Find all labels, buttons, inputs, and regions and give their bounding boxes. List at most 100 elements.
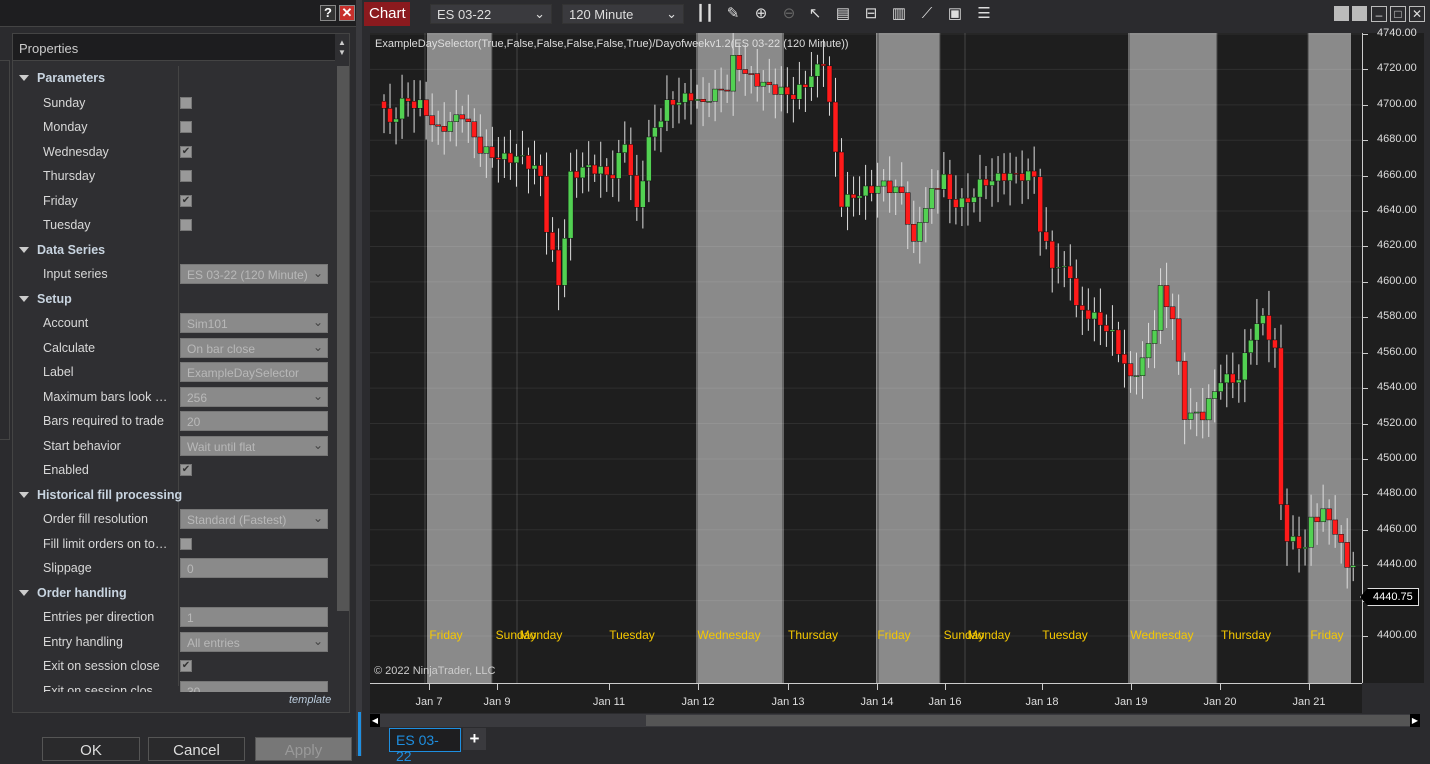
property-input[interactable]: ExampleDaySelector xyxy=(180,362,328,382)
time-tick xyxy=(1131,684,1132,690)
candle-body xyxy=(911,224,917,242)
close-window-icon[interactable]: ✕ xyxy=(1409,6,1425,22)
price-axis[interactable]: 4740.00 4720.00 4700.00 4680.00 4660.00 4640.… xyxy=(1362,27,1424,683)
scroll-up-icon[interactable]: ▲ xyxy=(338,38,346,47)
property-select[interactable]: Sim101 ⌄ xyxy=(180,313,328,333)
zoom-in-icon[interactable]: ⊕ xyxy=(750,4,772,24)
indicators-icon[interactable]: ▥ xyxy=(888,4,910,24)
candle-body xyxy=(676,102,682,106)
candle-body xyxy=(1019,173,1025,181)
apply-button[interactable]: Apply xyxy=(255,737,352,761)
candle-body xyxy=(1272,339,1278,349)
minimize-icon[interactable]: – xyxy=(1371,6,1387,22)
help-button[interactable]: ? xyxy=(320,5,336,21)
tile-icon[interactable] xyxy=(1334,6,1349,21)
property-checkbox[interactable]: ✔ xyxy=(180,145,192,158)
property-label: Maximum bars look back xyxy=(43,389,168,404)
price-tick-label: 4680.00 xyxy=(1377,133,1417,146)
property-select[interactable]: All entries ⌄ xyxy=(180,631,328,652)
property-value: Wait until flat xyxy=(187,439,256,454)
properties-scrollbar[interactable] xyxy=(337,66,349,611)
property-row: Monday xyxy=(13,115,335,140)
property-checkbox[interactable]: ✔ xyxy=(180,194,192,207)
property-select[interactable]: Standard (Fastest) ⌄ xyxy=(180,509,328,529)
candle-body xyxy=(447,121,453,132)
link-icon[interactable] xyxy=(1352,6,1367,21)
price-chart[interactable]: ExampleDaySelector(True,False,False,Fals… xyxy=(370,33,1362,683)
property-group[interactable]: Parameters xyxy=(13,66,335,91)
property-value: Sim101 xyxy=(187,317,228,331)
property-input[interactable]: 1 xyxy=(180,607,328,627)
property-label: Parameters xyxy=(37,71,106,85)
price-tick xyxy=(1363,34,1368,35)
property-checkbox[interactable]: ✔ xyxy=(180,660,192,672)
candle-body xyxy=(555,249,562,286)
templates-icon[interactable]: ▣ xyxy=(944,4,966,24)
time-axis[interactable]: Jan 7 Jan 9 Jan 11 Jan 12 Jan 13 Jan 14 Jan 16… xyxy=(370,683,1362,713)
collapse-triangle-icon[interactable] xyxy=(19,75,29,81)
interval-value: 120 Minute xyxy=(569,7,634,22)
bar-type-icon[interactable]: ┃┃ xyxy=(694,4,716,24)
property-group[interactable]: Setup xyxy=(13,287,335,312)
property-input[interactable]: 0 xyxy=(180,558,328,578)
price-tick xyxy=(1363,317,1368,319)
property-checkbox[interactable] xyxy=(180,219,192,231)
close-button[interactable]: ✕ xyxy=(339,5,355,21)
candle-body xyxy=(1326,508,1332,521)
properties-header: Properties xyxy=(13,34,335,61)
add-tab-button[interactable]: + xyxy=(463,728,486,750)
interval-selector[interactable]: 120 Minute ⌄ xyxy=(562,4,684,24)
property-select[interactable]: ES 03-22 (120 Minute) ⌄ xyxy=(180,264,328,284)
property-group[interactable]: Data Series xyxy=(13,238,335,263)
collapse-triangle-icon[interactable] xyxy=(19,295,29,302)
chart-menu-button[interactable]: Chart xyxy=(364,2,410,26)
property-input[interactable]: 20 xyxy=(180,411,328,431)
scroll-down-icon[interactable]: ▼ xyxy=(338,48,346,57)
zoom-out-icon[interactable]: ⊖ xyxy=(778,4,800,24)
time-tick xyxy=(1042,684,1043,690)
instrument-selector[interactable]: ES 03-22 ⌄ xyxy=(430,4,552,24)
candle-body xyxy=(826,65,833,103)
scroll-right-icon[interactable]: ▶ xyxy=(1410,714,1420,727)
candle-body xyxy=(917,222,923,242)
horizontal-scrollbar[interactable]: ◀ ▶ xyxy=(370,714,1420,727)
candle-body xyxy=(1007,173,1013,181)
candle-body xyxy=(959,197,965,208)
time-tick xyxy=(1220,684,1221,690)
template-link[interactable]: template xyxy=(289,694,331,706)
data-box-icon[interactable]: ▤ xyxy=(832,4,854,24)
time-tick xyxy=(877,684,878,690)
maximize-icon[interactable]: □ xyxy=(1390,6,1406,22)
property-checkbox[interactable] xyxy=(180,96,192,109)
pointer-icon[interactable]: ↖ xyxy=(804,4,826,24)
property-row: Entries per direction 1 xyxy=(13,605,335,630)
property-group[interactable]: Historical fill processing xyxy=(13,483,335,508)
property-select[interactable]: Wait until flat ⌄ xyxy=(180,435,328,456)
collapse-triangle-icon[interactable] xyxy=(19,589,29,596)
ok-button[interactable]: OK xyxy=(42,737,140,761)
property-checkbox[interactable] xyxy=(180,170,192,182)
property-checkbox[interactable] xyxy=(180,121,192,133)
property-checkbox[interactable] xyxy=(180,537,192,550)
chart-trader-icon[interactable]: ⊟ xyxy=(860,4,882,24)
drawing-tool-icon[interactable]: ✎ xyxy=(722,4,744,24)
scroll-thumb[interactable] xyxy=(646,715,1410,726)
cancel-button[interactable]: Cancel xyxy=(148,737,245,761)
property-select[interactable]: 256 ⌄ xyxy=(180,386,328,407)
collapse-triangle-icon[interactable] xyxy=(19,491,29,498)
candle-body xyxy=(646,136,652,182)
property-select[interactable]: On bar close ⌄ xyxy=(180,337,328,358)
tab-es-03-22[interactable]: ES 03-22 xyxy=(389,728,461,764)
property-input[interactable]: 30 xyxy=(180,680,328,692)
price-tick-label: 4440.00 xyxy=(1377,558,1417,571)
collapse-triangle-icon[interactable] xyxy=(19,246,29,253)
candle-body xyxy=(417,99,423,109)
properties-list-icon[interactable]: ☰ xyxy=(973,4,995,24)
property-group[interactable]: Order handling xyxy=(13,581,335,606)
strategies-icon[interactable]: ⟋ xyxy=(916,4,938,24)
candle-body xyxy=(603,166,610,176)
price-tick xyxy=(1363,565,1368,567)
time-tick-label: Jan 18 xyxy=(1025,696,1059,708)
property-checkbox[interactable]: ✔ xyxy=(180,464,192,476)
scroll-left-icon[interactable]: ◀ xyxy=(370,714,380,727)
